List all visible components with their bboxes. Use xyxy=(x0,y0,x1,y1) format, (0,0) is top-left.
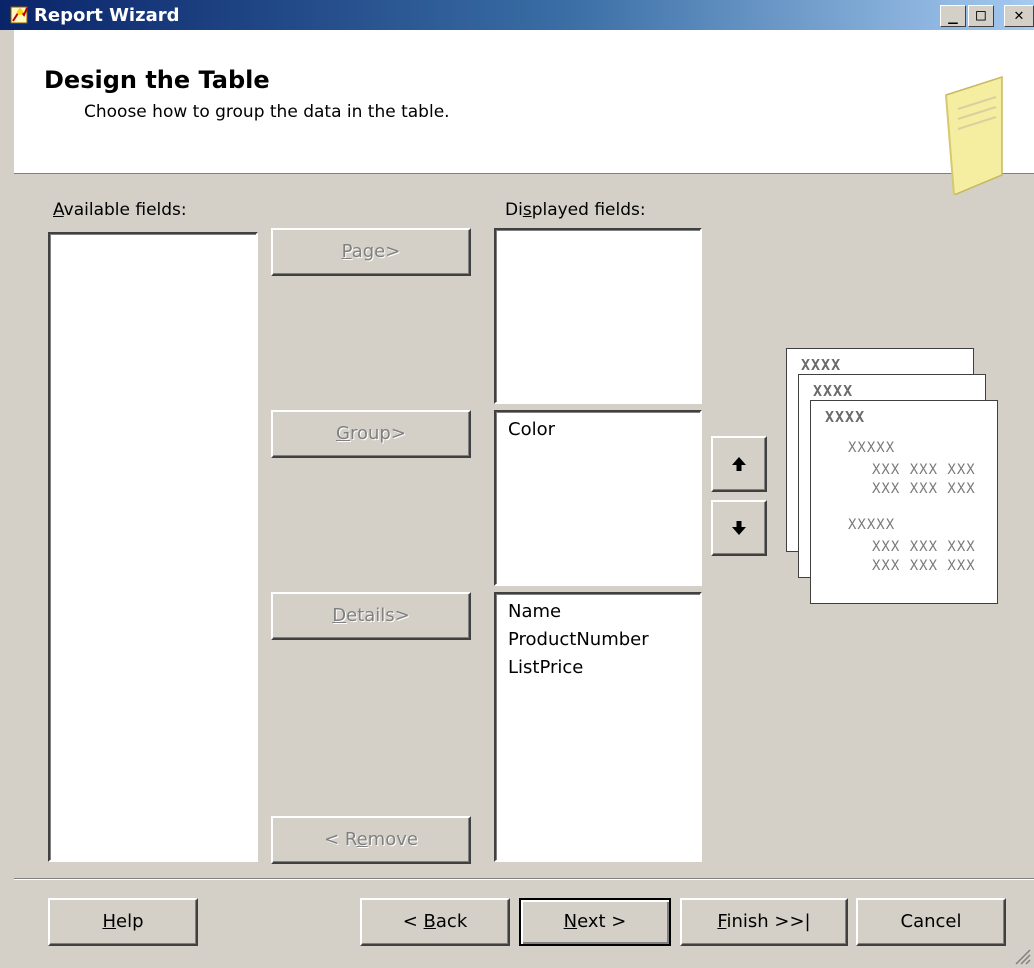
resize-grip-icon[interactable] xyxy=(1012,946,1032,966)
displayed-fields-label: Displayed fields: xyxy=(505,200,646,220)
notepad-icon xyxy=(945,75,1003,195)
page-button[interactable]: Page> xyxy=(271,228,471,276)
page-title: Design the Table xyxy=(44,66,270,94)
preview-header-text: XXXX xyxy=(801,356,842,374)
preview-detail-text: XXX XXX XXX xyxy=(872,539,976,555)
preview-header-text: XXXX xyxy=(825,408,866,426)
title-bar: Report Wizard _ □ ✕ xyxy=(0,0,1034,30)
page-subtitle: Choose how to group the data in the tabl… xyxy=(84,102,450,122)
report-wizard-icon xyxy=(10,6,28,24)
arrow-up-icon xyxy=(732,457,746,471)
details-fields-list[interactable]: Name ProductNumber ListPrice xyxy=(494,592,702,862)
maximize-icon: □ xyxy=(976,5,986,24)
minimize-button[interactable]: _ xyxy=(940,5,966,27)
cancel-button[interactable]: Cancel xyxy=(856,898,1006,946)
close-icon: ✕ xyxy=(1014,5,1024,24)
preview-detail-text: XXX XXX XXX xyxy=(872,462,976,478)
move-up-button[interactable] xyxy=(711,436,767,492)
list-item[interactable]: ProductNumber xyxy=(496,626,700,654)
preview-detail-text: XXX XXX XXX xyxy=(872,558,976,574)
list-item[interactable]: Color xyxy=(496,416,700,444)
window-frame xyxy=(0,30,14,968)
preview-header-text: XXXX xyxy=(813,382,854,400)
page-fields-list[interactable] xyxy=(494,228,702,404)
available-fields-list[interactable] xyxy=(48,232,258,862)
preview-group-text: XXXXX xyxy=(848,517,896,533)
back-button[interactable]: < Back xyxy=(360,898,510,946)
list-item[interactable]: ListPrice xyxy=(496,654,700,682)
next-button[interactable]: Next > xyxy=(519,898,671,946)
help-button[interactable]: Help xyxy=(48,898,198,946)
group-button[interactable]: Group> xyxy=(271,410,471,458)
preview-group-text: XXXXX xyxy=(848,440,896,456)
preview-detail-text: XXX XXX XXX xyxy=(872,481,976,497)
move-down-button[interactable] xyxy=(711,500,767,556)
minimize-icon: _ xyxy=(948,5,958,24)
details-button[interactable]: Details> xyxy=(271,592,471,640)
group-fields-list[interactable]: Color xyxy=(494,410,702,586)
wizard-header: Design the Table Choose how to group the… xyxy=(14,30,1034,195)
finish-button[interactable]: Finish >>| xyxy=(680,898,848,946)
list-item[interactable]: Name xyxy=(496,598,700,626)
arrow-down-icon xyxy=(732,521,746,535)
maximize-button[interactable]: □ xyxy=(968,5,994,27)
available-fields-label: Available fields: xyxy=(53,200,187,220)
window-title: Report Wizard xyxy=(34,5,180,26)
close-button[interactable]: ✕ xyxy=(1004,5,1034,27)
remove-button[interactable]: < Remove xyxy=(271,816,471,864)
footer-separator xyxy=(14,878,1034,880)
